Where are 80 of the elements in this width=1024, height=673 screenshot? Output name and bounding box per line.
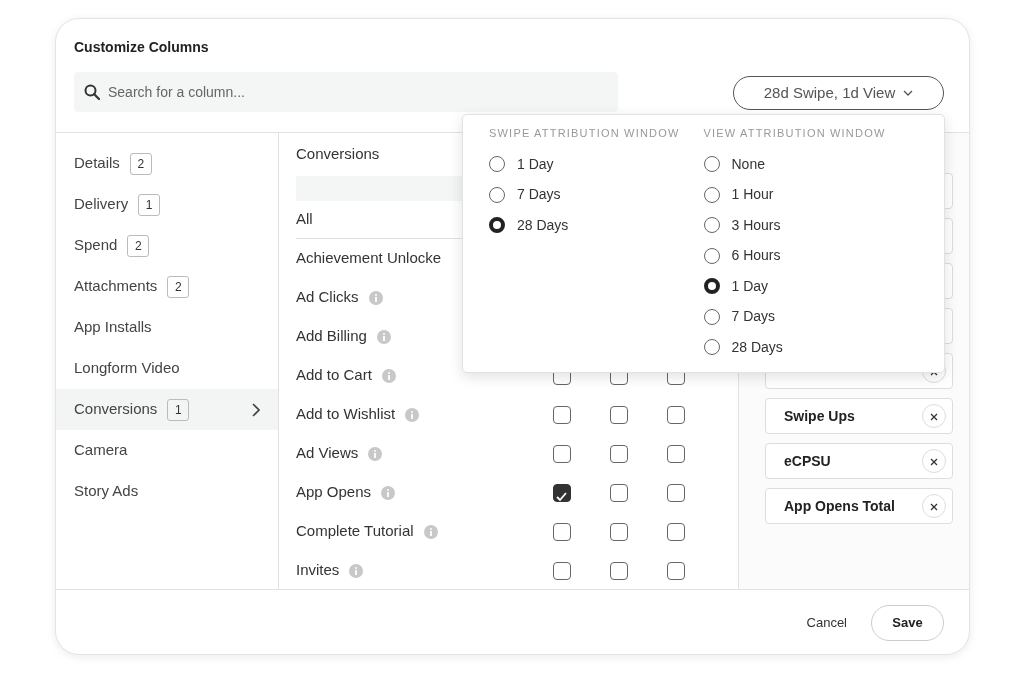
checkbox[interactable] [666, 405, 685, 424]
column-name: Complete Tutorial [296, 521, 414, 542]
attribution-dropdown[interactable]: 28d Swipe, 1d View [733, 76, 944, 110]
close-icon [930, 412, 938, 421]
chevron-right-icon [252, 402, 260, 417]
column-name: App Opens [296, 482, 372, 503]
category-item[interactable]: Delivery 1 [56, 184, 278, 225]
radio-button[interactable] [703, 186, 720, 203]
close-icon [930, 457, 938, 466]
radio-button[interactable] [703, 339, 720, 356]
cancel-button[interactable]: Cancel [800, 612, 853, 634]
close-icon [930, 502, 938, 511]
checkbox[interactable] [609, 405, 628, 424]
checkbox[interactable] [666, 444, 685, 463]
radio-option[interactable]: 28 Days [489, 210, 704, 241]
selected-column-chip: App Opens Total [765, 488, 953, 524]
search-icon [84, 84, 100, 100]
checkbox[interactable] [609, 483, 628, 502]
checkbox[interactable] [666, 483, 685, 502]
column-name: Add Billing [296, 326, 367, 347]
chevron-down-icon [903, 90, 914, 96]
category-item[interactable]: Conversions 1 [56, 389, 278, 430]
radio-button[interactable] [489, 156, 505, 173]
checkbox[interactable] [552, 522, 571, 541]
checkbox[interactable] [609, 561, 628, 580]
radio-option[interactable]: None [703, 149, 918, 180]
selected-column-chip: Swipe Ups [765, 398, 953, 434]
radio-option[interactable]: 1 Day [703, 271, 918, 302]
menu-heading: SWIPE ATTRIBUTION WINDOW [489, 126, 681, 141]
radio-button[interactable] [703, 308, 720, 325]
checkbox[interactable] [552, 561, 571, 580]
count-badge: 2 [129, 152, 152, 175]
count-badge: 2 [127, 234, 150, 257]
checkbox[interactable] [666, 522, 685, 541]
radio-option[interactable]: 28 Days [703, 332, 918, 363]
radio-button[interactable] [489, 217, 505, 234]
column-name: Add to Wishlist [296, 404, 396, 425]
radio-button[interactable] [703, 247, 720, 264]
checkbox[interactable] [552, 444, 571, 463]
radio-button[interactable] [703, 278, 720, 295]
category-item[interactable]: Details 2 [56, 143, 278, 184]
count-badge: 2 [167, 275, 190, 298]
search-field[interactable]: Search for a column... [106, 80, 608, 104]
menu-heading: VIEW ATTRIBUTION WINDOW [703, 126, 887, 141]
checkbox[interactable] [552, 483, 571, 502]
checkbox[interactable] [666, 561, 685, 580]
category-item[interactable]: Longform Video [56, 348, 278, 389]
radio-option[interactable]: 7 Days [489, 179, 704, 210]
column-name: Add to Cart [296, 365, 372, 386]
selected-column-chip: eCPSU [765, 443, 953, 479]
checkbox[interactable] [552, 405, 571, 424]
radio-option[interactable]: 1 Day [489, 149, 704, 180]
radio-button[interactable] [703, 217, 720, 234]
column-name: Ad Clicks [296, 287, 359, 308]
checkbox[interactable] [609, 444, 628, 463]
search-box[interactable]: Search for a column... [74, 72, 618, 112]
all-item[interactable]: All [296, 208, 313, 231]
radio-option[interactable]: 6 Hours [703, 240, 918, 271]
column-name: Invites [296, 560, 340, 581]
radio-button[interactable] [703, 156, 720, 173]
checkbox[interactable] [609, 522, 628, 541]
category-item[interactable]: Camera [56, 430, 278, 471]
category-item[interactable]: App Installs [56, 307, 278, 348]
radio-option[interactable]: 1 Hour [703, 179, 918, 210]
count-badge: 1 [167, 398, 190, 421]
category-item[interactable]: Spend 2 [56, 225, 278, 266]
section-heading: Conversions [296, 145, 380, 162]
category-item[interactable]: Story Ads [56, 471, 278, 512]
save-button[interactable]: Save [871, 605, 944, 641]
radio-button[interactable] [489, 186, 505, 203]
radio-option[interactable]: 7 Days [703, 301, 918, 332]
column-name: Ad Views [296, 443, 359, 464]
remove-button[interactable] [922, 404, 946, 428]
remove-button[interactable] [922, 449, 946, 473]
remove-button[interactable] [922, 494, 946, 518]
category-item[interactable]: Attachments 2 [56, 266, 278, 307]
count-badge: 1 [138, 193, 161, 216]
column-name: Achievement Unlocke [296, 248, 442, 269]
dialog-title: Customize Columns [74, 38, 210, 57]
radio-option[interactable]: 3 Hours [703, 210, 918, 241]
